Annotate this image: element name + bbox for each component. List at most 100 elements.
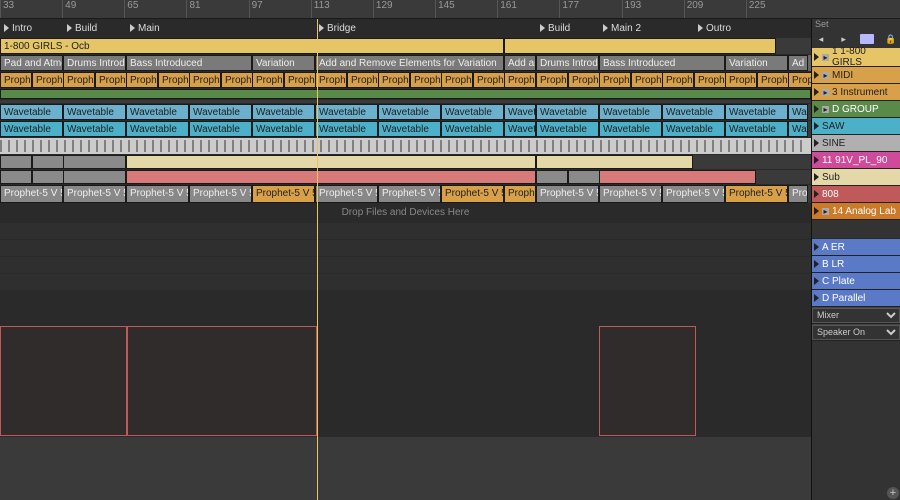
section-marker[interactable]: Drums Introduc (536, 55, 599, 71)
section-marker[interactable]: Add an (504, 55, 536, 71)
midi-clip[interactable]: Prophe (284, 72, 316, 88)
midi-clip[interactable] (0, 155, 32, 169)
midi-clip[interactable]: Wavetable (252, 121, 315, 137)
midi-clip[interactable]: Wavetable (63, 121, 126, 137)
midi-clip[interactable]: Wavetable (252, 104, 315, 120)
play-icon[interactable] (814, 294, 819, 302)
midi-clip[interactable]: Prophe (158, 72, 190, 88)
midi-clip[interactable]: Prophe (631, 72, 663, 88)
midi-clip[interactable]: Wavetable (189, 121, 252, 137)
midi-clip[interactable]: Prophet-5 V 5 (725, 185, 788, 203)
midi-clip[interactable]: Wavetable (504, 121, 536, 137)
automation-envelope[interactable] (126, 326, 317, 436)
midi-clip[interactable]: Wavetable (378, 104, 441, 120)
clip[interactable] (0, 89, 811, 99)
midi-clip[interactable]: Prophe (126, 72, 158, 88)
playhead[interactable] (317, 19, 318, 500)
midi-clip[interactable]: Prophe (189, 72, 221, 88)
midi-clip[interactable]: Prophe (473, 72, 505, 88)
drop-zone[interactable]: Drop Files and Devices Here (0, 204, 811, 223)
section-marker[interactable]: Ad (788, 55, 808, 71)
section-marker[interactable]: Add and Remove Elements for Variation (315, 55, 504, 71)
locator[interactable]: Bridge (315, 19, 360, 37)
midi-clip[interactable]: Wavetable (63, 104, 126, 120)
track-scene-row[interactable]: 1-800 GIRLS - Ocb (0, 38, 811, 55)
return-track[interactable]: D Parallel (812, 290, 900, 307)
midi-clip[interactable]: Prophet-5 V 5 (536, 185, 599, 203)
section-marker[interactable]: Variation (725, 55, 788, 71)
play-icon[interactable] (814, 173, 819, 181)
fold-icon[interactable]: ▸ (822, 106, 829, 113)
midi-clip[interactable]: Prophe (788, 72, 811, 88)
midi-clip[interactable]: Prophe (63, 72, 95, 88)
midi-clip[interactable]: Wavetable (189, 104, 252, 120)
track-header[interactable]: ▸MIDI (812, 67, 900, 84)
midi-clip[interactable]: Wavetable (536, 104, 599, 120)
routing-select[interactable]: Mixer (812, 308, 900, 323)
midi-clip[interactable]: Wavetable (126, 104, 189, 120)
midi-clip[interactable]: Prophe (315, 72, 347, 88)
midi-clip[interactable] (599, 170, 756, 184)
play-icon[interactable] (814, 243, 819, 251)
midi-clip[interactable] (536, 155, 693, 169)
group-row[interactable] (0, 89, 811, 100)
locator[interactable]: Main (126, 19, 164, 37)
midi-clip[interactable] (32, 155, 64, 169)
section-markers-row[interactable]: Pad and AtmoDrums IntroducBass Introduce… (0, 55, 811, 72)
midi-clip[interactable]: Prophet-5 V 5 (63, 185, 126, 203)
sub-row[interactable] (0, 155, 811, 170)
return-track[interactable]: A ER (812, 239, 900, 256)
play-icon[interactable] (814, 260, 819, 268)
track-header[interactable]: ▸3 Instrument (812, 84, 900, 101)
midi-clip[interactable]: Prophet-5 V 5 (252, 185, 315, 203)
midi-clip[interactable]: Wavetable (126, 121, 189, 137)
track-header[interactable]: 808 (812, 186, 900, 203)
return-track[interactable]: B LR (812, 256, 900, 273)
analog-row[interactable]: Prophet-5 V 5Prophet-5 V 5Prophet-5 V 5P… (0, 185, 811, 204)
midi-clip[interactable]: Wavetable (315, 121, 378, 137)
midi-clip[interactable] (126, 170, 536, 184)
track-header[interactable]: SINE (812, 135, 900, 152)
add-track-button[interactable]: + (887, 487, 899, 499)
sine-row[interactable]: WavetableWavetableWavetableWavetableWave… (0, 121, 811, 138)
section-marker[interactable]: Bass Introduced (599, 55, 725, 71)
midi-clip[interactable]: Prophe (599, 72, 631, 88)
return-track[interactable]: C Plate (812, 273, 900, 290)
locator[interactable]: Build (536, 19, 574, 37)
midi-clip[interactable]: Wavetable (725, 104, 788, 120)
fold-icon[interactable]: ▸ (822, 208, 829, 215)
midi-clip[interactable]: Wavetable (315, 104, 378, 120)
midi-clip[interactable]: Prophet-5 V 5 (504, 185, 536, 203)
track-header[interactable]: ▸1 1-800 GIRLS (812, 48, 900, 67)
play-icon[interactable] (814, 53, 819, 61)
midi-clip[interactable]: Wavetable (441, 121, 504, 137)
808-row[interactable] (0, 170, 811, 185)
midi-clip[interactable]: Wavetable (788, 104, 808, 120)
midi-clip[interactable]: Prophe (221, 72, 253, 88)
midi-clip[interactable] (536, 170, 568, 184)
midi-clip[interactable] (0, 170, 32, 184)
midi-clip[interactable]: Prophe (725, 72, 757, 88)
midi-clip[interactable]: Wavetable (536, 121, 599, 137)
midi-clip[interactable]: Prophet-5 V 5 (0, 185, 63, 203)
midi-clip[interactable]: Prophe (410, 72, 442, 88)
midi-clip[interactable]: Prophe (378, 72, 410, 88)
midi-clip[interactable]: Wavetable (599, 121, 662, 137)
locator[interactable]: Outro (694, 19, 735, 37)
midi-clip[interactable] (63, 155, 126, 169)
midi-clip[interactable]: Wavetable (0, 104, 63, 120)
midi-clip[interactable]: Prophet-5 V 5 (441, 185, 504, 203)
midi-clip[interactable] (568, 170, 600, 184)
midi-map-button[interactable] (860, 34, 874, 44)
midi-clip[interactable]: Prophe (441, 72, 473, 88)
clip[interactable] (504, 38, 776, 54)
midi-clip[interactable]: Prophe (504, 72, 536, 88)
automation-lane[interactable] (0, 323, 811, 437)
lock-icon[interactable]: 🔒 (885, 33, 897, 45)
midi-clip[interactable]: Prophet-5 V 5 (599, 185, 662, 203)
midi-clip[interactable]: Wavetable (441, 104, 504, 120)
play-icon[interactable] (814, 71, 819, 79)
track-header[interactable]: ▸14 Analog Lab (812, 203, 900, 220)
clip[interactable]: 1-800 GIRLS - Ocb (0, 38, 504, 54)
midi-clip[interactable]: Prophet-5 V 5 (662, 185, 725, 203)
